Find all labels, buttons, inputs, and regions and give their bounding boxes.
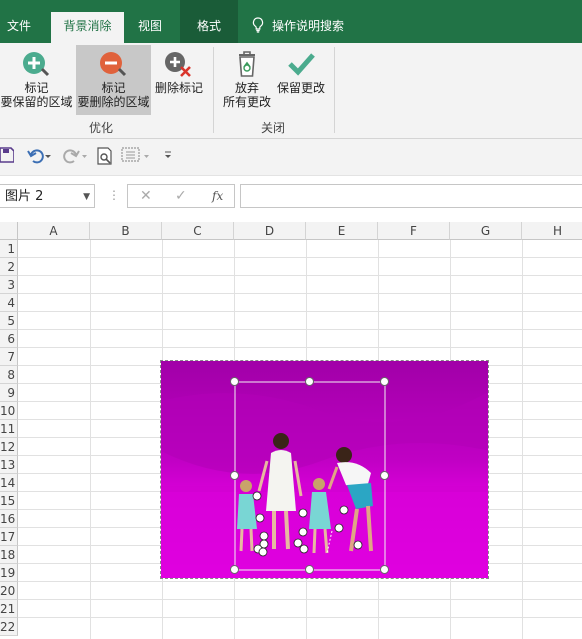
row-header[interactable]: 4 — [0, 294, 18, 312]
resize-handle[interactable] — [380, 377, 389, 386]
row-header[interactable]: 12 — [0, 438, 18, 456]
column-header[interactable]: D — [234, 222, 306, 240]
column-header[interactable]: F — [378, 222, 450, 240]
row-header[interactable]: 5 — [0, 312, 18, 330]
row-header[interactable]: 20 — [0, 582, 18, 600]
row-header[interactable]: 8 — [0, 366, 18, 384]
checkmark-icon — [288, 53, 315, 76]
gridline — [18, 581, 582, 582]
keep-changes-label: 保留更改 — [276, 81, 325, 95]
column-header[interactable]: C — [162, 222, 234, 240]
column-header[interactable]: H — [522, 222, 582, 240]
row-header[interactable]: 15 — [0, 492, 18, 510]
recycle-bin-icon — [239, 51, 255, 77]
keep-changes-button[interactable]: 保留更改 — [275, 45, 327, 115]
lightbulb-icon — [252, 17, 264, 33]
mark-remove-label: 标记 要删除的区域 — [77, 81, 150, 109]
resize-handle[interactable] — [305, 565, 314, 574]
tab-format[interactable]: 格式 — [185, 12, 233, 43]
ribbon: 标记 要保留的区域 标记 要删除的区域 删除标记 优化 放弃 所有更改 保留更改… — [0, 43, 582, 139]
delete-mark-label: 删除标记 — [154, 81, 203, 95]
formula-bar-resize-handle[interactable]: ⋮ — [108, 188, 120, 202]
picture-2[interactable] — [160, 360, 489, 579]
undo-icon[interactable] — [27, 147, 53, 165]
formula-input[interactable] — [240, 184, 582, 208]
gridline — [18, 311, 582, 312]
row-header[interactable]: 17 — [0, 528, 18, 546]
discard-label: 放弃 所有更改 — [222, 81, 271, 109]
enter-icon[interactable]: ✓ — [175, 188, 187, 204]
discard-all-changes-button[interactable]: 放弃 所有更改 — [221, 45, 273, 115]
gridline — [18, 599, 582, 600]
tab-view[interactable]: 视图 — [127, 12, 173, 43]
row-header[interactable]: 18 — [0, 546, 18, 564]
tab-remove-background[interactable]: 背景消除 — [51, 12, 124, 43]
row-header[interactable]: 1 — [0, 240, 18, 258]
resize-handle[interactable] — [230, 471, 239, 480]
mark-areas-to-remove-button[interactable]: 标记 要删除的区域 — [76, 45, 151, 115]
column-header[interactable]: B — [90, 222, 162, 240]
ribbon-tab-bar: 文件 背景消除 视图 格式 操作说明搜索 — [0, 0, 582, 43]
mark-keep-label: 标记 要保留的区域 — [0, 81, 73, 109]
resize-handle[interactable] — [305, 377, 314, 386]
print-preview-icon[interactable] — [97, 147, 113, 165]
name-box-value: 图片 2 — [5, 189, 44, 204]
gridline — [90, 240, 91, 639]
row-header[interactable]: 21 — [0, 600, 18, 618]
row-header[interactable]: 22 — [0, 618, 18, 636]
tell-me-label: 操作说明搜索 — [272, 19, 345, 33]
gridline — [18, 275, 582, 276]
formula-bar: 图片 2 ▼ ⋮ ✕ ✓ fx — [0, 176, 582, 222]
row-header[interactable]: 3 — [0, 276, 18, 294]
formula-buttons: ✕ ✓ fx — [127, 184, 235, 208]
resize-handle[interactable] — [380, 471, 389, 480]
chevron-down-icon[interactable]: ▼ — [83, 185, 90, 209]
redo-icon[interactable] — [62, 147, 88, 165]
background-removal-preview — [161, 361, 488, 578]
mark-areas-to-keep-button[interactable]: 标记 要保留的区域 — [0, 45, 73, 115]
row-header[interactable]: 10 — [0, 402, 18, 420]
gridline — [522, 240, 523, 639]
touch-mode-icon[interactable] — [121, 147, 151, 165]
quick-access-toolbar — [0, 139, 582, 176]
save-icon[interactable] — [0, 147, 14, 163]
row-header[interactable]: 7 — [0, 348, 18, 366]
customize-toolbar-icon[interactable] — [163, 151, 173, 161]
group-label-refine: 优化 — [89, 121, 114, 135]
cancel-icon[interactable]: ✕ — [140, 188, 152, 204]
gridline — [18, 293, 582, 294]
delete-mark-icon — [165, 52, 191, 77]
insert-function-icon[interactable]: fx — [212, 189, 223, 203]
worksheet-grid[interactable]: A B C D E F G H 1 2 3 4 5 6 7 8 9 10 11 … — [0, 222, 582, 639]
group-separator — [213, 47, 214, 133]
gridline — [18, 617, 582, 618]
plus-circle-icon — [22, 52, 49, 77]
select-all-corner[interactable] — [0, 222, 18, 240]
resize-handle[interactable] — [230, 377, 239, 386]
tell-me-search[interactable]: 操作说明搜索 — [252, 12, 344, 40]
row-header[interactable]: 6 — [0, 330, 18, 348]
resize-handle[interactable] — [230, 565, 239, 574]
tab-file[interactable]: 文件 — [0, 12, 38, 43]
minus-circle-icon — [99, 52, 126, 77]
group-label-close: 关闭 — [261, 121, 286, 135]
group-separator — [334, 47, 335, 133]
row-header[interactable]: 14 — [0, 474, 18, 492]
gridline — [18, 257, 582, 258]
column-header[interactable]: E — [306, 222, 378, 240]
column-header[interactable]: G — [450, 222, 522, 240]
gridline — [18, 329, 582, 330]
row-header[interactable]: 13 — [0, 456, 18, 474]
row-header[interactable]: 9 — [0, 384, 18, 402]
resize-handle[interactable] — [380, 565, 389, 574]
row-header[interactable]: 16 — [0, 510, 18, 528]
row-header[interactable]: 19 — [0, 564, 18, 582]
delete-mark-button[interactable]: 删除标记 — [153, 45, 205, 115]
column-header[interactable]: A — [18, 222, 90, 240]
row-header[interactable]: 11 — [0, 420, 18, 438]
row-header[interactable]: 2 — [0, 258, 18, 276]
gridline — [18, 347, 582, 348]
name-box[interactable]: 图片 2 ▼ — [0, 184, 95, 208]
